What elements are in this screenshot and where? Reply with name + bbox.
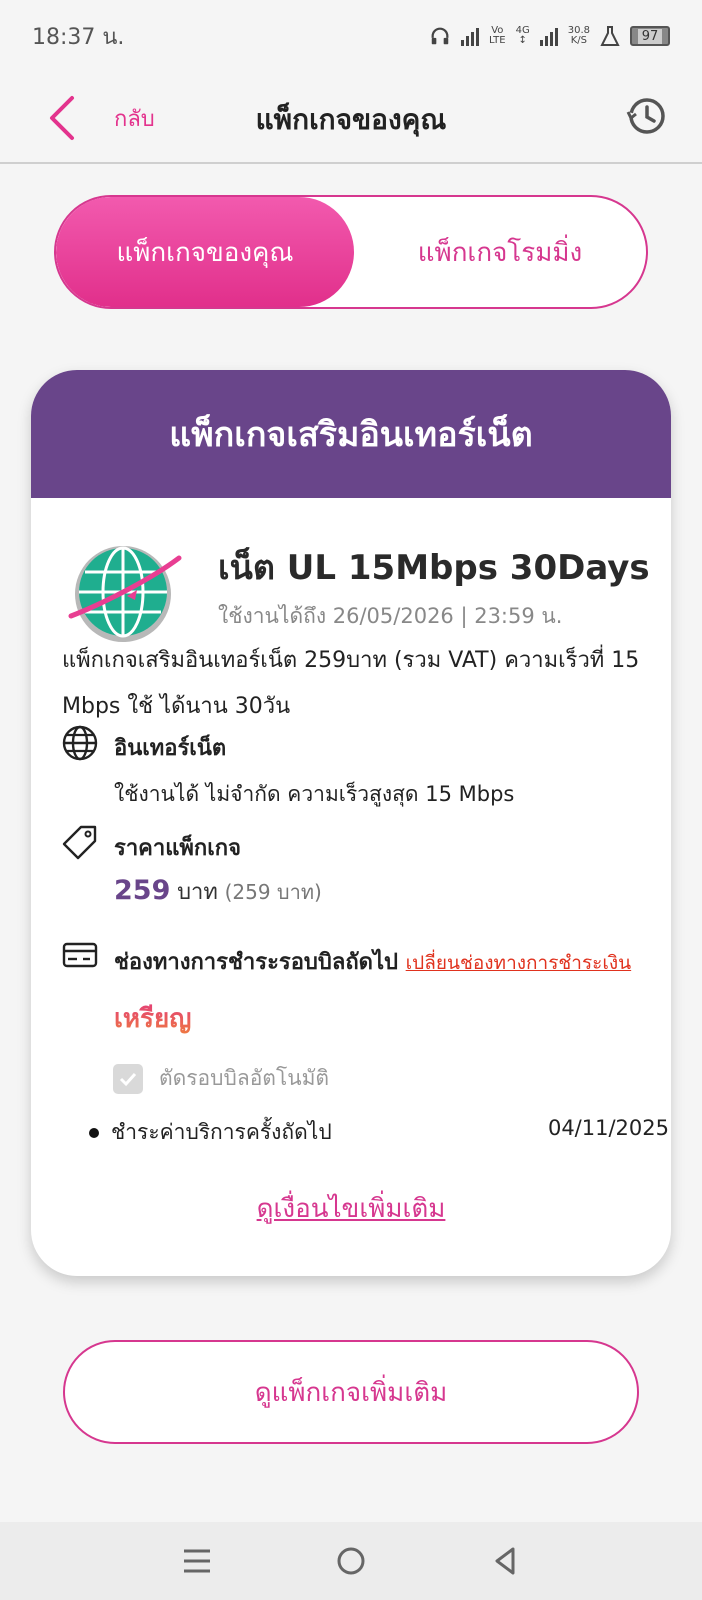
tag-icon	[62, 825, 97, 860]
status-time: 18:37 น.	[32, 24, 125, 50]
more-conditions-link[interactable]: ดูเงื่อนไขเพิ่มเติม	[31, 1188, 671, 1229]
package-card: แพ็กเกจเสริมอินเทอร์เน็ต เน็ต UL 15Mbps …	[31, 370, 671, 1276]
payment-method: เหรียญ	[114, 998, 191, 1039]
price-title: ราคาแพ็กเกจ	[114, 836, 241, 861]
check-icon	[119, 1072, 137, 1086]
flask-icon	[600, 26, 620, 46]
next-payment-label: ชำระค่าบริการครั้งถัดไป	[111, 1120, 332, 1144]
home-button[interactable]	[331, 1541, 371, 1581]
history-button[interactable]	[624, 94, 668, 138]
battery-icon: 97	[630, 26, 670, 46]
package-validity: ใช้งานได้ถึง 26/05/2026 | 23:59 น.	[218, 604, 563, 628]
system-nav-bar	[0, 1522, 702, 1600]
autopay-label: ตัดรอบบิลอัตโนมัติ	[159, 1066, 330, 1090]
system-back-button[interactable]	[485, 1541, 525, 1581]
network-indicator: 4G ↕	[515, 25, 530, 46]
next-payment-label-wrap: ชำระค่าบริการครั้งถัดไป	[89, 1116, 332, 1149]
package-description: แพ็กเกจเสริมอินเทอร์เน็ต 259บาท (รวม VAT…	[62, 648, 640, 719]
autopay-row: ตัดรอบบิลอัตโนมัติ	[113, 1062, 329, 1095]
bullet-icon	[89, 1128, 99, 1138]
network-speed: 30.8 K/S	[567, 25, 590, 46]
payment-title: ช่องทางการชำระรอบบิลถัดไป	[114, 950, 398, 975]
autopay-checkbox[interactable]	[113, 1063, 143, 1094]
globe-icon	[68, 546, 182, 642]
page-title: แพ็กเกจของคุณ	[255, 103, 447, 136]
internet-globe-icon	[62, 725, 98, 761]
status-icons: Vo LTE 4G ↕ 30.8 K/S 97	[429, 25, 670, 47]
menu-icon	[184, 1549, 210, 1573]
signal-bars-2-icon	[539, 26, 558, 46]
headphones-icon	[431, 27, 449, 45]
more-packages-button[interactable]: ดูแพ็กเกจเพิ่มเติม	[63, 1340, 639, 1444]
tab-your-packages[interactable]: แพ็กเกจของคุณ	[56, 197, 354, 307]
internet-title: อินเทอร์เน็ต	[114, 736, 227, 761]
signal-bars-icon	[460, 26, 479, 46]
home-circle-icon	[337, 1547, 365, 1575]
volte-indicator: Vo LTE	[488, 25, 506, 46]
back-triangle-icon	[495, 1547, 515, 1575]
app-header: กลับ แพ็กเกจของคุณ	[0, 72, 702, 164]
next-payment-row: ชำระค่าบริการครั้งถัดไป 04/11/2025	[89, 1116, 669, 1149]
card-header: แพ็กเกจเสริมอินเทอร์เน็ต	[31, 370, 671, 498]
next-payment-date: 04/11/2025	[547, 1116, 669, 1140]
internet-detail: ใช้งานได้ ไม่จำกัด ความเร็วสูงสุด 15 Mbp…	[114, 782, 515, 806]
recent-apps-button[interactable]	[177, 1541, 217, 1581]
payment-title-line: ช่องทางการชำระรอบบิลถัดไป เปลี่ยนช่องทาง…	[114, 944, 631, 979]
package-name: เน็ต UL 15Mbps 30Days	[218, 548, 650, 588]
status-bar: 18:37 น. Vo LTE 4G ↕ 30.8 K/S 97	[0, 0, 702, 72]
price-amount: 259	[114, 875, 171, 906]
change-payment-link[interactable]: เปลี่ยนช่องทางการชำระเงิน	[406, 952, 632, 974]
history-icon	[626, 98, 665, 134]
price-sub: (259 บาท)	[224, 880, 322, 904]
package-tabs: แพ็กเกจของคุณ แพ็กเกจโรมมิ่ง	[54, 195, 648, 309]
tab-roaming-packages[interactable]: แพ็กเกจโรมมิ่ง	[354, 197, 646, 307]
price-unit: บาท	[177, 880, 218, 905]
price-line: 259 บาท (259 บาท)	[114, 874, 322, 909]
credit-card-icon	[62, 942, 98, 968]
